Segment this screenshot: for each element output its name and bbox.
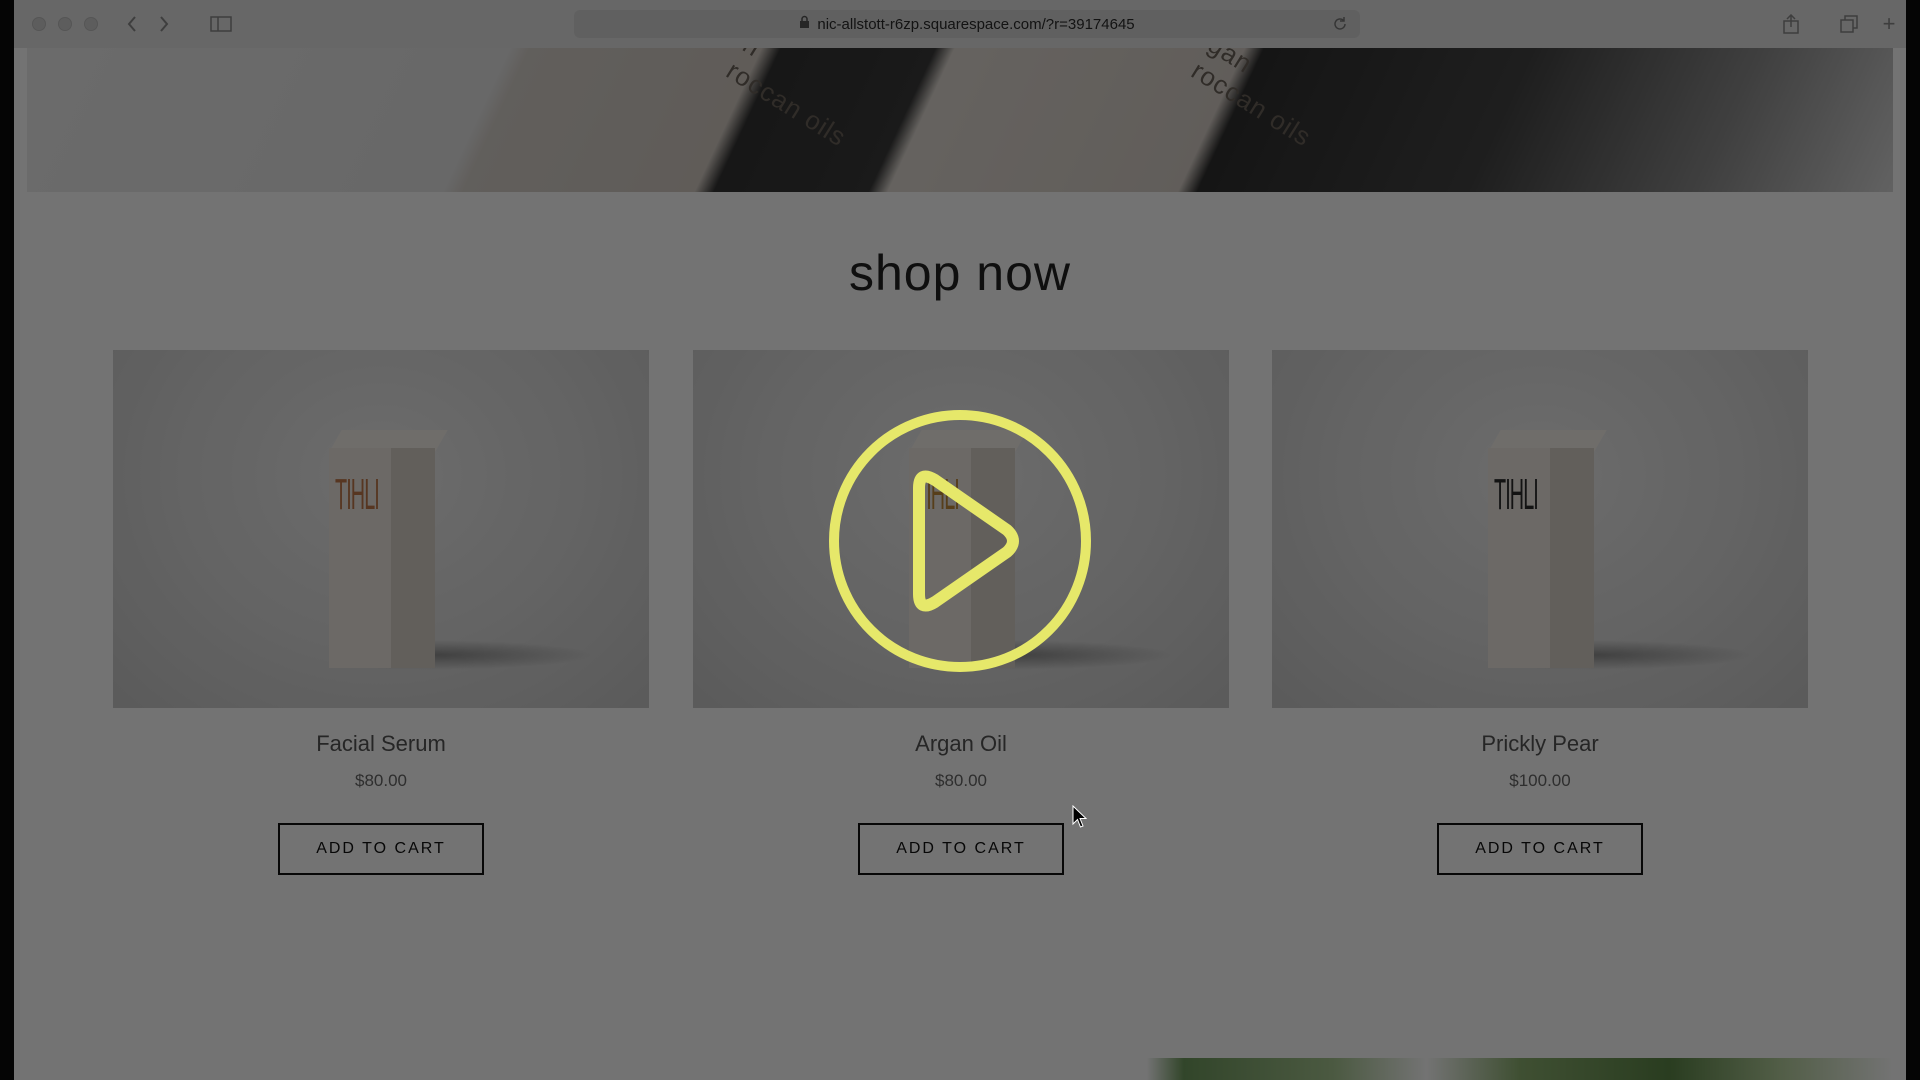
- hero-label-left: n roccan oils: [721, 48, 853, 153]
- back-button[interactable]: [118, 12, 146, 36]
- product-brand-logo: TIHLI: [335, 470, 380, 519]
- show-tabs-button[interactable]: [1834, 12, 1864, 36]
- chevron-right-icon: [160, 16, 169, 32]
- window-minimize-button[interactable]: [58, 17, 72, 31]
- address-bar[interactable]: nic-allstott-r6zp.squarespace.com/?r=391…: [574, 10, 1360, 38]
- product-brand-logo: TIHLI: [1494, 470, 1539, 519]
- share-icon: [1783, 14, 1799, 34]
- reload-icon: [1334, 17, 1346, 30]
- new-tab-button[interactable]: +: [1874, 12, 1904, 36]
- browser-toolbar: nic-allstott-r6zp.squarespace.com/?r=391…: [14, 0, 1906, 49]
- product-image[interactable]: TIHLI: [1272, 350, 1808, 708]
- product-card: TIHLI Prickly Pear $100.00 ADD TO CART: [1272, 350, 1808, 875]
- product-price: $100.00: [1509, 771, 1571, 790]
- forward-button[interactable]: [150, 12, 178, 36]
- plus-icon: +: [1882, 11, 1896, 36]
- share-button[interactable]: [1776, 12, 1806, 36]
- add-to-cart-button[interactable]: ADD TO CART: [1437, 823, 1643, 875]
- product-name[interactable]: Prickly Pear: [1272, 731, 1808, 757]
- play-icon[interactable]: [827, 408, 1093, 674]
- product-name[interactable]: Facial Serum: [113, 731, 649, 757]
- section-title: shop now: [848, 245, 1072, 301]
- product-name[interactable]: Argan Oil: [693, 731, 1229, 757]
- hero-banner-image: n roccan oils gan roccan oils: [27, 48, 1893, 192]
- product-box-illustration: TIHLI: [1488, 430, 1607, 670]
- sidebar-toggle-button[interactable]: [204, 12, 238, 36]
- lock-icon: [799, 15, 810, 33]
- product-image[interactable]: TIHLI: [113, 350, 649, 708]
- product-box-illustration: TIHLI: [329, 430, 448, 670]
- product-price: $80.00: [935, 771, 987, 790]
- hero-label-right: gan roccan oils: [1186, 48, 1318, 153]
- product-price: $80.00: [355, 771, 407, 790]
- chevron-left-icon: [127, 16, 136, 32]
- window-maximize-button[interactable]: [84, 17, 98, 31]
- add-to-cart-button[interactable]: ADD TO CART: [858, 823, 1064, 875]
- url-text: nic-allstott-r6zp.squarespace.com/?r=391…: [817, 15, 1135, 33]
- plant-banner-image: [27, 1058, 1893, 1080]
- reload-button[interactable]: [1330, 14, 1350, 34]
- sidebar-icon: [210, 16, 232, 32]
- tabs-icon: [1840, 15, 1858, 33]
- product-card: TIHLI Facial Serum $80.00 ADD TO CART: [113, 350, 649, 875]
- mouse-cursor-icon: [1072, 805, 1088, 828]
- window-close-button[interactable]: [32, 17, 46, 31]
- add-to-cart-button[interactable]: ADD TO CART: [278, 823, 484, 875]
